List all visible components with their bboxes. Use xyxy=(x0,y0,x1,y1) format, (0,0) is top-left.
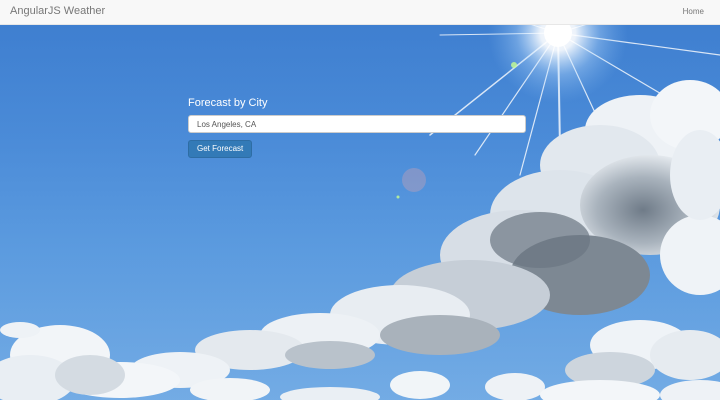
nav-home-link[interactable]: Home xyxy=(683,7,704,16)
sky-background-image xyxy=(0,25,720,400)
city-input[interactable] xyxy=(188,115,526,133)
forecast-form: Forecast by City Get Forecast xyxy=(188,97,526,158)
top-navbar: AngularJS Weather Home xyxy=(0,0,720,25)
get-forecast-button[interactable]: Get Forecast xyxy=(188,140,253,158)
brand-link[interactable]: AngularJS Weather xyxy=(10,5,105,17)
forecast-label: Forecast by City xyxy=(188,97,268,109)
sky-clouds-illustration xyxy=(0,25,720,400)
